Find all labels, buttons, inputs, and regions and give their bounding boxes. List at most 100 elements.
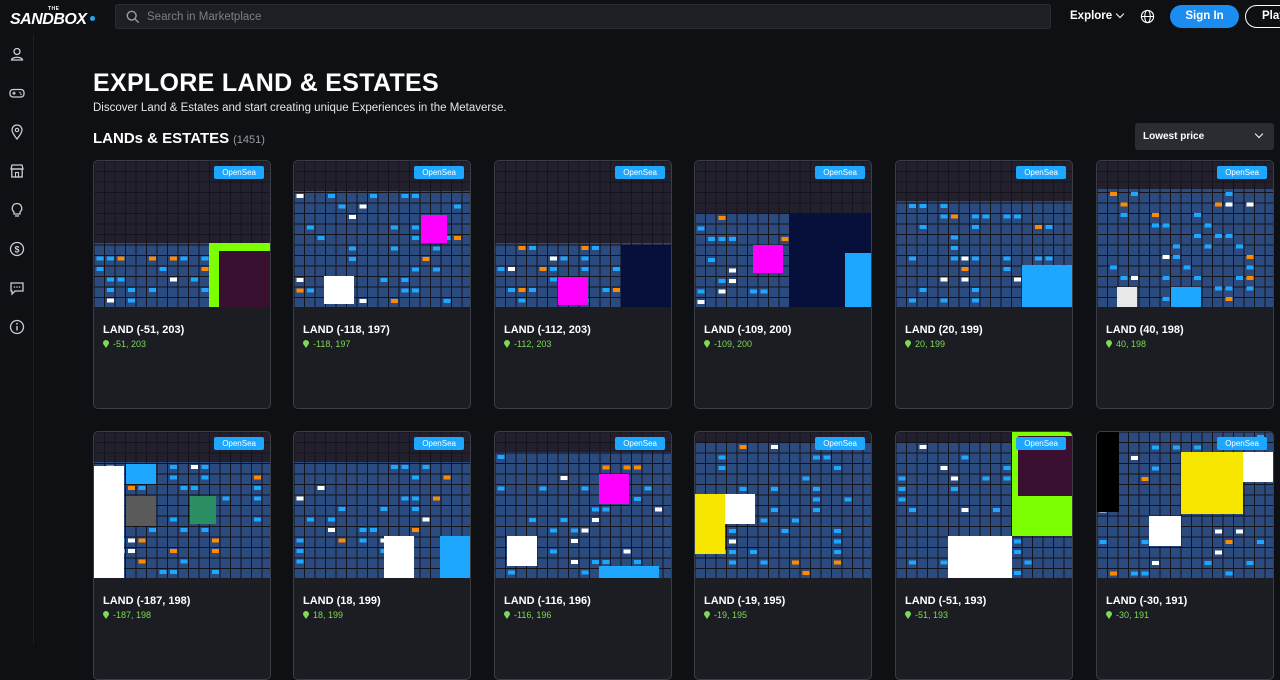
location-pin-icon (704, 611, 710, 619)
land-name: LAND (-109, 200) (704, 324, 792, 336)
play-button[interactable]: Play (1245, 5, 1280, 28)
location-pin-icon (905, 340, 911, 348)
land-card[interactable]: OpenSea LAND (-19, 195) -19, 195 (694, 431, 872, 680)
land-card[interactable]: OpenSea LAND (-118, 197) -118, 197 (293, 160, 471, 409)
sandbox-logo[interactable]: THE SANDBOX (10, 6, 96, 28)
search-icon (126, 10, 140, 24)
opensea-badge[interactable]: OpenSea (815, 437, 865, 450)
chevron-down-icon (1254, 129, 1264, 139)
land-thumbnail[interactable] (294, 432, 470, 578)
location-pin-icon[interactable] (9, 124, 25, 140)
location-pin-icon (1106, 340, 1112, 348)
page-title: EXPLORE LAND & ESTATES (93, 69, 439, 97)
land-map-thumbnail (495, 432, 671, 578)
sidebar: $ (0, 34, 34, 645)
opensea-badge[interactable]: OpenSea (214, 437, 264, 450)
location-pin-icon (504, 340, 510, 348)
land-card[interactable]: OpenSea LAND (-109, 200) -109, 200 (694, 160, 872, 409)
sort-dropdown[interactable]: Lowest price (1135, 123, 1274, 150)
land-card[interactable]: OpenSea LAND (-187, 198) -187, 198 (93, 431, 271, 680)
land-map-thumbnail (294, 161, 470, 307)
land-map-thumbnail (695, 161, 871, 307)
land-coordinates: -116, 196 (504, 610, 551, 620)
land-coordinates: -30, 191 (1106, 610, 1149, 620)
land-thumbnail[interactable] (695, 432, 871, 578)
land-card[interactable]: OpenSea LAND (20, 199) 20, 199 (895, 160, 1073, 409)
land-name: LAND (-30, 191) (1106, 595, 1188, 607)
coordinates-text: 18, 199 (313, 610, 344, 620)
explore-menu[interactable]: Explore (1070, 9, 1125, 22)
opensea-badge[interactable]: OpenSea (615, 166, 665, 179)
coordinates-text: -30, 191 (1116, 610, 1150, 620)
land-card[interactable]: OpenSea LAND (-116, 196) -116, 196 (494, 431, 672, 680)
location-pin-icon (303, 611, 309, 619)
land-coordinates: 40, 198 (1106, 339, 1146, 349)
land-thumbnail[interactable] (1097, 432, 1273, 578)
location-pin-icon (1106, 611, 1112, 619)
opensea-badge[interactable]: OpenSea (1016, 437, 1066, 450)
coordinates-text: 20, 199 (915, 339, 946, 349)
land-card[interactable]: OpenSea LAND (-51, 203) -51, 203 (93, 160, 271, 409)
land-thumbnail[interactable] (495, 161, 671, 307)
land-name: LAND (-51, 193) (905, 595, 987, 607)
opensea-badge[interactable]: OpenSea (1217, 166, 1267, 179)
coordinates-text: -112, 203 (514, 339, 552, 349)
land-coordinates: -112, 203 (504, 339, 551, 349)
land-thumbnail[interactable] (1097, 161, 1273, 307)
lightbulb-icon[interactable] (9, 202, 25, 218)
logo-dot (90, 16, 95, 21)
store-icon[interactable] (9, 163, 25, 179)
opensea-badge[interactable]: OpenSea (1016, 166, 1066, 179)
opensea-badge[interactable]: OpenSea (414, 166, 464, 179)
land-name: LAND (-112, 203) (504, 324, 591, 336)
land-name: LAND (-116, 196) (504, 595, 591, 607)
dollar-icon[interactable]: $ (9, 241, 25, 257)
land-thumbnail[interactable] (495, 432, 671, 578)
opensea-badge[interactable]: OpenSea (414, 437, 464, 450)
land-thumbnail[interactable] (94, 432, 270, 578)
land-map-thumbnail (94, 432, 270, 578)
chat-icon[interactable] (9, 280, 25, 296)
land-thumbnail[interactable] (896, 161, 1072, 307)
land-card[interactable]: OpenSea LAND (40, 198) 40, 198 (1096, 160, 1274, 409)
coordinates-text: -109, 200 (714, 339, 753, 349)
user-icon[interactable] (9, 46, 25, 62)
land-name: LAND (-118, 197) (303, 324, 390, 336)
coordinates-text: -116, 196 (514, 610, 552, 620)
opensea-badge[interactable]: OpenSea (1217, 437, 1267, 450)
land-thumbnail[interactable] (896, 432, 1072, 578)
land-coordinates: -51, 203 (103, 339, 146, 349)
search-bar[interactable] (115, 4, 1051, 29)
land-thumbnail[interactable] (294, 161, 470, 307)
opensea-badge[interactable]: OpenSea (815, 166, 865, 179)
location-pin-icon (704, 340, 710, 348)
land-card[interactable]: OpenSea LAND (-30, 191) -30, 191 (1096, 431, 1274, 680)
page-subtitle: Discover Land & Estates and start creati… (93, 102, 507, 114)
land-name: LAND (-19, 195) (704, 595, 786, 607)
globe-icon[interactable] (1140, 9, 1155, 24)
coordinates-text: -51, 203 (113, 339, 147, 349)
land-thumbnail[interactable] (94, 161, 270, 307)
info-icon[interactable] (9, 319, 25, 335)
location-pin-icon (103, 340, 109, 348)
land-card[interactable]: OpenSea LAND (-112, 203) -112, 203 (494, 160, 672, 409)
land-name: LAND (-51, 203) (103, 324, 185, 336)
top-bar: THE SANDBOX Explore Sign In Play (0, 0, 1280, 34)
gamepad-icon[interactable] (9, 85, 25, 101)
land-map-thumbnail (94, 161, 270, 307)
opensea-badge[interactable]: OpenSea (615, 437, 665, 450)
land-name: LAND (20, 199) (905, 324, 983, 336)
land-map-thumbnail (1097, 432, 1273, 578)
sign-in-button[interactable]: Sign In (1170, 5, 1239, 28)
land-thumbnail[interactable] (695, 161, 871, 307)
location-pin-icon (303, 340, 309, 348)
opensea-badge[interactable]: OpenSea (214, 166, 264, 179)
search-input[interactable] (147, 5, 1027, 28)
land-card[interactable]: OpenSea LAND (18, 199) 18, 199 (293, 431, 471, 680)
land-coordinates: -187, 198 (103, 610, 151, 620)
chevron-down-icon (1115, 9, 1125, 19)
land-card[interactable]: OpenSea LAND (-51, 193) -51, 193 (895, 431, 1073, 680)
coordinates-text: -118, 197 (313, 339, 351, 349)
land-coordinates: -109, 200 (704, 339, 752, 349)
land-map-thumbnail (294, 432, 470, 578)
